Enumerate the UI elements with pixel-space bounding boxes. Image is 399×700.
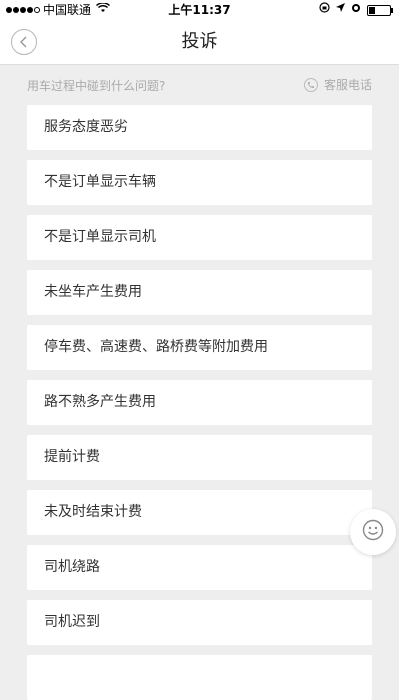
- navigation-bar: 投诉: [0, 20, 399, 65]
- subheader: 用车过程中碰到什么问题? 客服电话: [0, 65, 399, 105]
- complaint-item[interactable]: 不是订单显示司机: [27, 215, 372, 260]
- location-icon: [336, 0, 345, 20]
- page-title: 投诉: [181, 31, 218, 52]
- complaint-item[interactable]: 路不熟多产生费用: [27, 380, 372, 425]
- customer-service-link[interactable]: 客服电话: [303, 76, 372, 93]
- rotation-lock-icon: [319, 0, 330, 20]
- status-bar: 中国联通 上午11:37: [0, 0, 399, 20]
- alarm-icon: [351, 0, 361, 20]
- complaint-item[interactable]: [27, 655, 372, 700]
- smiley-icon: [362, 519, 384, 545]
- customer-service-label: 客服电话: [323, 78, 372, 92]
- complaint-item[interactable]: 未及时结束计费: [27, 490, 372, 535]
- complaint-item[interactable]: 服务态度恶劣: [27, 105, 372, 150]
- battery-level: [369, 6, 375, 14]
- complaint-item[interactable]: 司机迟到: [27, 600, 372, 645]
- battery-icon: [367, 4, 393, 16]
- complaint-item[interactable]: 司机绕路: [27, 545, 372, 590]
- problem-prompt: 用车过程中碰到什么问题?: [27, 79, 166, 93]
- phone-icon: [303, 77, 318, 92]
- status-icons: [319, 0, 393, 20]
- complaint-item[interactable]: 提前计费: [27, 435, 372, 480]
- complaint-item[interactable]: 不是订单显示车辆: [27, 160, 372, 205]
- complaint-item[interactable]: 未坐车产生费用: [27, 270, 372, 315]
- complaint-item[interactable]: 停车费、高速费、路桥费等附加费用: [27, 325, 372, 370]
- feedback-button[interactable]: [350, 509, 396, 555]
